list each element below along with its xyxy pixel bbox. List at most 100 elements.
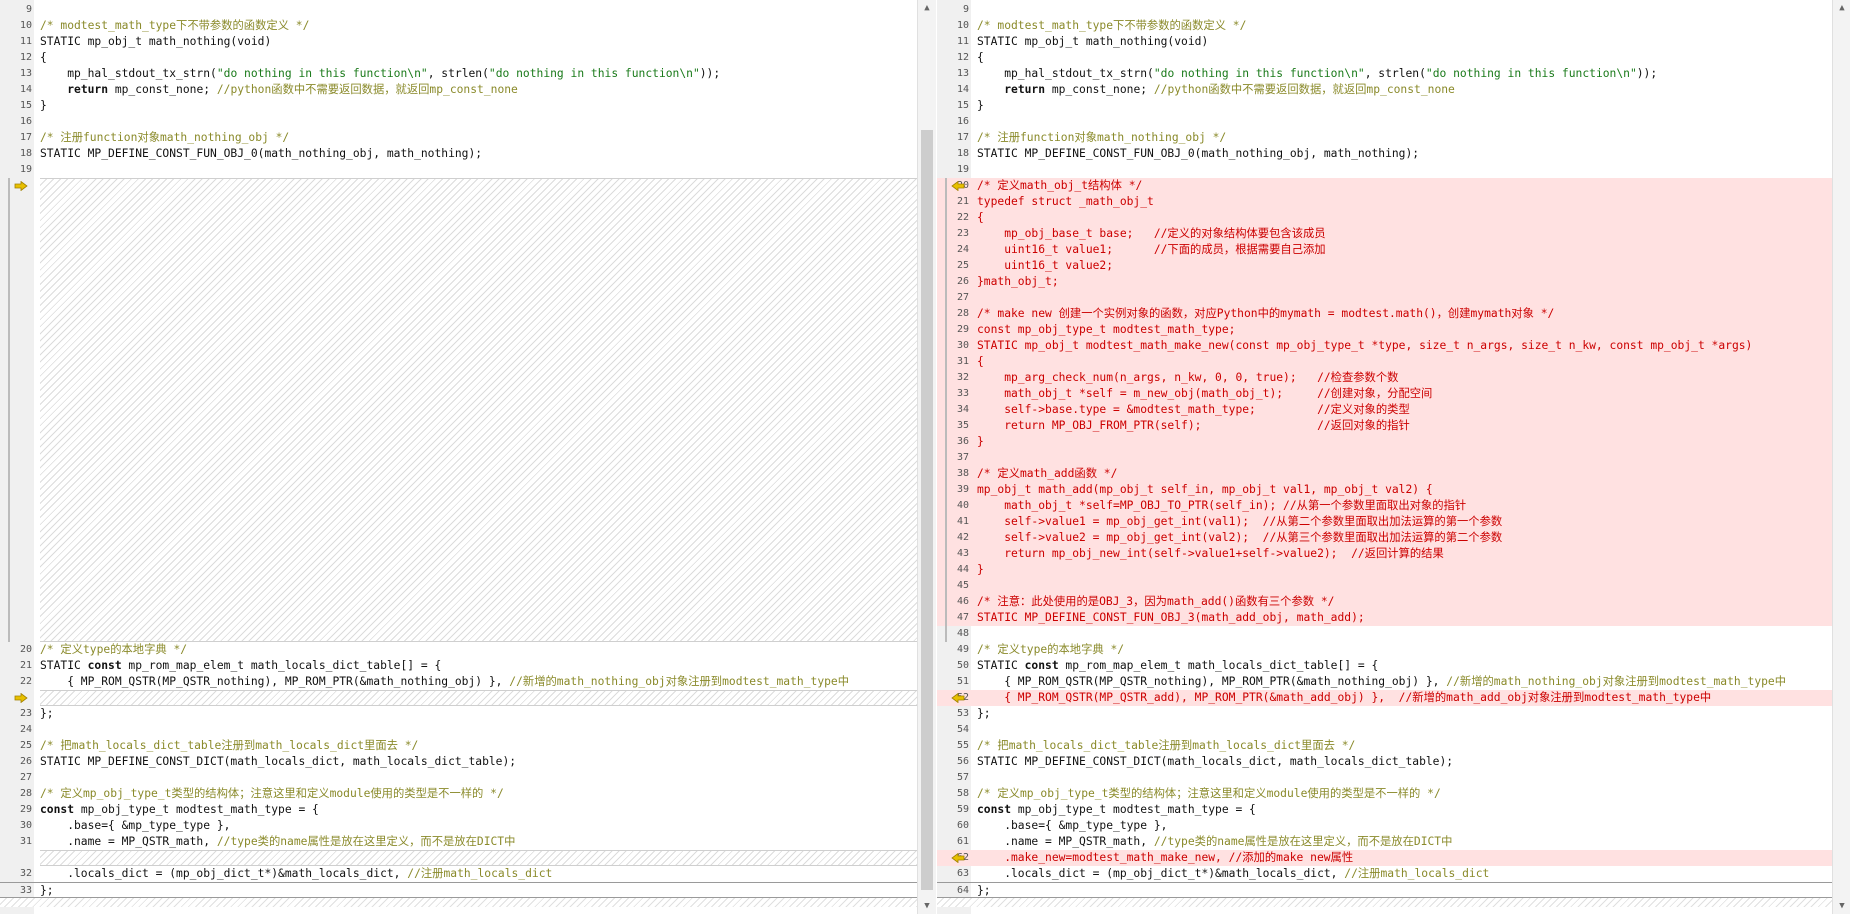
code-text[interactable]: math_obj_t *self = m_new_obj(math_obj_t)… <box>977 386 1850 402</box>
code-line[interactable]: 10 /* modtest_math_type下不带参数的函数定义 */ <box>937 18 1850 34</box>
code-text[interactable]: uint16_t value2; <box>977 258 1850 274</box>
code-line[interactable]: 60 .base={ &mp_type_type }, <box>937 818 1850 834</box>
scroll-up-icon[interactable]: ▲ <box>918 0 936 16</box>
code-line[interactable]: 55 /* 把math_locals_dict_table注册到math_loca… <box>937 738 1850 754</box>
code-line[interactable]: 52 { MP_ROM_QSTR(MP_QSTR_add), MP_ROM_PT… <box>937 690 1850 706</box>
code-line[interactable]: 56 STATIC MP_DEFINE_CONST_DICT(math_local… <box>937 754 1850 770</box>
code-text[interactable]: /* 注册function对象math_nothing_obj */ <box>40 130 917 146</box>
code-text[interactable]: { <box>977 50 1850 66</box>
code-line[interactable]: 12 { <box>937 50 1850 66</box>
code-line[interactable]: 34 self->base.type = &modtest_math_type;… <box>937 402 1850 418</box>
code-text[interactable]: }; <box>977 883 1850 899</box>
code-line[interactable]: 14 return mp_const_none; //python函数中不需要返… <box>0 82 917 98</box>
code-line[interactable]: 28 /* make new 创建一个实例对象的函数，对应Python中的myma… <box>937 306 1850 322</box>
code-text[interactable]: STATIC MP_DEFINE_CONST_DICT(math_locals_… <box>977 754 1850 770</box>
code-line[interactable]: 33 math_obj_t *self = m_new_obj(math_obj… <box>937 386 1850 402</box>
code-line[interactable]: 38 /* 定义math_add函数 */ <box>937 466 1850 482</box>
code-line[interactable]: 40 math_obj_t *self=MP_OBJ_TO_PTR(self_i… <box>937 498 1850 514</box>
code-text[interactable]: STATIC MP_DEFINE_CONST_FUN_OBJ_0(math_no… <box>977 146 1850 162</box>
code-line[interactable]: 31 .name = MP_QSTR_math, //type类的name属性是… <box>0 834 917 850</box>
code-line[interactable]: 12 { <box>0 50 917 66</box>
code-text[interactable]: STATIC MP_DEFINE_CONST_FUN_OBJ_0(math_no… <box>40 146 917 162</box>
code-line[interactable]: 13 mp_hal_stdout_tx_strn("do nothing in … <box>0 66 917 82</box>
code-text[interactable]: /* 定义mp_obj_type_t类型的结构体；注意这里和定义module使用… <box>40 786 917 802</box>
code-line[interactable]: 21 STATIC const mp_rom_map_elem_t math_lo… <box>0 658 917 674</box>
code-line[interactable]: 23}; <box>0 706 917 722</box>
code-line[interactable]: 43 return mp_obj_new_int(self->value1+se… <box>937 546 1850 562</box>
code-line[interactable]: 32 .locals_dict = (mp_obj_dict_t*)&math_… <box>0 866 917 882</box>
scroll-thumb[interactable] <box>921 130 933 890</box>
code-text[interactable]: /* 定义math_obj_t结构体 */ <box>977 178 1850 194</box>
code-text[interactable]: const mp_obj_type_t modtest_math_type = … <box>977 802 1850 818</box>
code-line[interactable]: 23 mp_obj_base_t base; //定义的对象结构体要包含该成员 <box>937 226 1850 242</box>
code-text[interactable]: mp_hal_stdout_tx_strn("do nothing in thi… <box>977 66 1850 82</box>
code-text[interactable]: .make_new=modtest_math_make_new, //添加的ma… <box>977 850 1850 866</box>
code-line[interactable]: 11 STATIC mp_obj_t math_nothing(void) <box>0 34 917 50</box>
code-line[interactable]: 57 <box>937 770 1850 786</box>
arrow-right-icon[interactable] <box>14 693 28 703</box>
code-text[interactable]: self->base.type = &modtest_math_type; //… <box>977 402 1850 418</box>
arrow-left-icon[interactable] <box>951 181 965 191</box>
scroll-down-icon[interactable]: ▼ <box>1833 898 1850 914</box>
code-line[interactable]: 42 self->value2 = mp_obj_get_int(val2); … <box>937 530 1850 546</box>
code-text[interactable]: }math_obj_t; <box>977 274 1850 290</box>
code-line[interactable]: 46 /* 注意：此处使用的是OBJ_3，因为math_add()函数有三个参数 … <box>937 594 1850 610</box>
code-line[interactable]: 49 /* 定义type的本地字典 */ <box>937 642 1850 658</box>
arrow-left-icon[interactable] <box>951 693 965 703</box>
code-text[interactable]: mp_hal_stdout_tx_strn("do nothing in thi… <box>40 66 917 82</box>
code-line[interactable]: 28 /* 定义mp_obj_type_t类型的结构体；注意这里和定义module… <box>0 786 917 802</box>
code-text[interactable]: return mp_const_none; //python函数中不需要返回数据… <box>977 82 1850 98</box>
code-line[interactable]: 16 <box>0 114 917 130</box>
code-text[interactable]: /* modtest_math_type下不带参数的函数定义 */ <box>40 18 917 34</box>
code-line[interactable]: 19 <box>937 162 1850 178</box>
code-line[interactable]: 30 STATIC mp_obj_t modtest_math_make_new(… <box>937 338 1850 354</box>
code-text[interactable]: typedef struct _math_obj_t <box>977 194 1850 210</box>
code-line[interactable]: 51 { MP_ROM_QSTR(MP_QSTR_nothing), MP_RO… <box>937 674 1850 690</box>
code-line[interactable]: 25 /* 把math_locals_dict_table注册到math_loca… <box>0 738 917 754</box>
code-text[interactable]: /* make new 创建一个实例对象的函数，对应Python中的mymath… <box>977 306 1850 322</box>
code-line[interactable]: 18 STATIC MP_DEFINE_CONST_FUN_OBJ_0(math_… <box>937 146 1850 162</box>
code-line[interactable]: 33}; <box>0 882 917 898</box>
code-text[interactable]: self->value1 = mp_obj_get_int(val1); //从… <box>977 514 1850 530</box>
code-line[interactable]: 27 <box>937 290 1850 306</box>
code-text[interactable]: STATIC const mp_rom_map_elem_t math_loca… <box>40 658 917 674</box>
code-line[interactable]: 18 STATIC MP_DEFINE_CONST_FUN_OBJ_0(math_… <box>0 146 917 162</box>
code-line[interactable]: 36} <box>937 434 1850 450</box>
code-line[interactable]: 10 /* modtest_math_type下不带参数的函数定义 */ <box>0 18 917 34</box>
code-text[interactable]: const mp_obj_type_t modtest_math_type = … <box>40 802 917 818</box>
code-text[interactable]: }; <box>977 706 1850 722</box>
right-code-pane[interactable]: 9 10 /* modtest_math_type下不带参数的函数定义 */ 11 ST… <box>937 0 1850 914</box>
code-line[interactable]: 59 const mp_obj_type_t modtest_math_type … <box>937 802 1850 818</box>
scroll-up-icon[interactable]: ▲ <box>1833 0 1850 16</box>
code-line[interactable]: 29 const mp_obj_type_t modtest_math_type; <box>937 322 1850 338</box>
code-text[interactable]: { MP_ROM_QSTR(MP_QSTR_nothing), MP_ROM_P… <box>977 674 1850 690</box>
code-line[interactable]: 19 <box>0 162 917 178</box>
code-text[interactable]: mp_obj_t math_add(mp_obj_t self_in, mp_o… <box>977 482 1850 498</box>
arrow-right-icon[interactable] <box>14 181 28 191</box>
code-line[interactable]: 9 <box>937 2 1850 18</box>
code-text[interactable]: .locals_dict = (mp_obj_dict_t*)&math_loc… <box>40 866 917 882</box>
code-text[interactable]: uint16_t value1; //下面的成员，根据需要自己添加 <box>977 242 1850 258</box>
code-text[interactable]: /* 把math_locals_dict_table注册到math_locals… <box>977 738 1850 754</box>
left-vertical-scrollbar[interactable]: ▲ ▼ <box>917 0 936 914</box>
scroll-down-icon[interactable]: ▼ <box>918 898 936 914</box>
left-code-area[interactable]: 9 10 /* modtest_math_type下不带参数的函数定义 */ 11 ST… <box>0 0 917 914</box>
code-text[interactable]: { MP_ROM_QSTR(MP_QSTR_nothing), MP_ROM_P… <box>40 674 917 690</box>
code-text[interactable]: .name = MP_QSTR_math, //type类的name属性是放在这… <box>40 834 917 850</box>
code-text[interactable]: .base={ &mp_type_type }, <box>40 818 917 834</box>
code-line[interactable]: 47 STATIC MP_DEFINE_CONST_FUN_OBJ_3(math_… <box>937 610 1850 626</box>
code-line[interactable]: 17 /* 注册function对象math_nothing_obj */ <box>0 130 917 146</box>
code-text[interactable]: return mp_obj_new_int(self->value1+self-… <box>977 546 1850 562</box>
code-text[interactable]: /* modtest_math_type下不带参数的函数定义 */ <box>977 18 1850 34</box>
code-text[interactable]: /* 把math_locals_dict_table注册到math_locals… <box>40 738 917 754</box>
code-text[interactable]: } <box>40 98 917 114</box>
code-line[interactable]: 26}math_obj_t; <box>937 274 1850 290</box>
code-text[interactable]: return mp_const_none; //python函数中不需要返回数据… <box>40 82 917 98</box>
code-text[interactable]: STATIC mp_obj_t modtest_math_make_new(co… <box>977 338 1850 354</box>
code-text[interactable]: math_obj_t *self=MP_OBJ_TO_PTR(self_in);… <box>977 498 1850 514</box>
code-line[interactable]: 17 /* 注册function对象math_nothing_obj */ <box>937 130 1850 146</box>
code-text[interactable]: /* 定义math_add函数 */ <box>977 466 1850 482</box>
code-text[interactable]: /* 定义type的本地字典 */ <box>977 642 1850 658</box>
code-text[interactable]: /* 注意：此处使用的是OBJ_3，因为math_add()函数有三个参数 */ <box>977 594 1850 610</box>
code-text[interactable]: } <box>977 562 1850 578</box>
